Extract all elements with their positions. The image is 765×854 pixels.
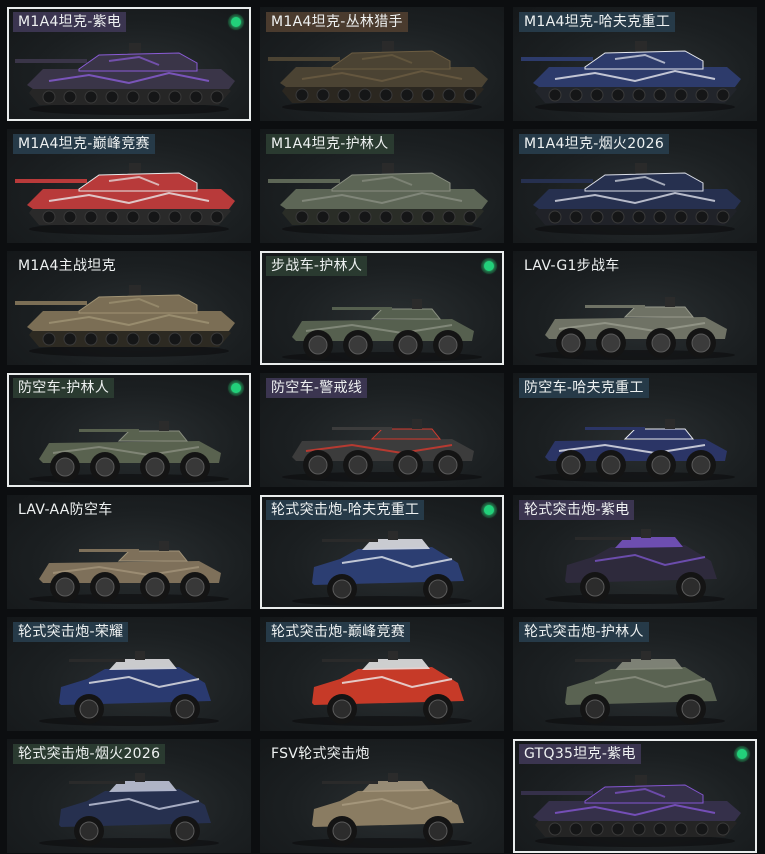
equipped-indicator-icon bbox=[481, 258, 497, 274]
vehicle-image bbox=[282, 419, 482, 482]
equipped-indicator-icon bbox=[481, 502, 497, 518]
vehicle-skin-card[interactable]: M1A4坦克-巅峰竞赛 bbox=[7, 129, 251, 243]
vehicle-image bbox=[521, 775, 741, 847]
vehicle-skin-card[interactable]: 轮式突击炮-紫电 bbox=[513, 495, 757, 609]
vehicle-image bbox=[535, 419, 735, 482]
vehicle-image bbox=[15, 285, 235, 357]
vehicle-image bbox=[15, 43, 235, 115]
vehicle-skin-card[interactable]: 轮式突击炮-巅峰竞赛 bbox=[260, 617, 504, 731]
vehicle-skin-name: 步战车-护林人 bbox=[266, 256, 368, 276]
vehicle-image bbox=[15, 163, 235, 235]
vehicle-skin-card[interactable]: GTQ35坦克-紫电 bbox=[513, 739, 757, 853]
vehicle-skin-card[interactable]: 轮式突击炮-护林人 bbox=[513, 617, 757, 731]
vehicle-skin-card[interactable]: M1A4坦克-烟火2026 bbox=[513, 129, 757, 243]
vehicle-skin-card[interactable]: LAV-AA防空车 bbox=[7, 495, 251, 609]
vehicle-skin-card[interactable]: M1A4坦克-丛林猎手 bbox=[260, 7, 504, 121]
vehicle-image bbox=[545, 529, 725, 604]
vehicle-skin-card[interactable]: 防空车-哈夫克重工 bbox=[513, 373, 757, 487]
vehicle-skin-card[interactable]: 步战车-护林人 bbox=[260, 251, 504, 365]
vehicle-image bbox=[521, 163, 741, 235]
vehicle-skin-grid: M1A4坦克-紫电 M1A4坦克-丛林猎手 M1A4坦克-哈夫克重工 M1A4坦克-巅… bbox=[0, 0, 765, 854]
vehicle-skin-card[interactable]: M1A4坦克-护林人 bbox=[260, 129, 504, 243]
vehicle-image bbox=[268, 41, 488, 113]
vehicle-skin-card[interactable]: M1A4坦克-哈夫克重工 bbox=[513, 7, 757, 121]
vehicle-skin-name: GTQ35坦克-紫电 bbox=[519, 744, 641, 764]
vehicle-image bbox=[39, 651, 219, 726]
vehicle-skin-card[interactable]: FSV轮式突击炮 bbox=[260, 739, 504, 853]
vehicle-image bbox=[521, 41, 741, 113]
vehicle-skin-card[interactable]: 防空车-警戒线 bbox=[260, 373, 504, 487]
vehicle-image bbox=[268, 163, 488, 235]
vehicle-image bbox=[535, 297, 735, 360]
vehicle-skin-card[interactable]: M1A4坦克-紫电 bbox=[7, 7, 251, 121]
vehicle-skin-card[interactable]: LAV-G1步战车 bbox=[513, 251, 757, 365]
vehicle-image bbox=[29, 541, 229, 604]
equipped-indicator-icon bbox=[228, 14, 244, 30]
vehicle-image bbox=[282, 299, 482, 362]
equipped-indicator-icon bbox=[734, 746, 750, 762]
vehicle-image bbox=[292, 651, 472, 726]
vehicle-image bbox=[545, 651, 725, 726]
vehicle-image bbox=[292, 773, 472, 848]
vehicle-skin-card[interactable]: 轮式突击炮-哈夫克重工 bbox=[260, 495, 504, 609]
vehicle-skin-name: 防空车-护林人 bbox=[13, 378, 115, 398]
equipped-indicator-icon bbox=[228, 380, 244, 396]
vehicle-image bbox=[39, 773, 219, 848]
vehicle-image bbox=[292, 531, 472, 606]
vehicle-skin-card[interactable]: M1A4主战坦克 bbox=[7, 251, 251, 365]
vehicle-image bbox=[29, 421, 229, 484]
vehicle-skin-name: M1A4坦克-紫电 bbox=[13, 12, 127, 32]
vehicle-skin-card[interactable]: 轮式突击炮-烟火2026 bbox=[7, 739, 251, 853]
vehicle-skin-card[interactable]: 轮式突击炮-荣耀 bbox=[7, 617, 251, 731]
vehicle-skin-name: 轮式突击炮-哈夫克重工 bbox=[266, 500, 425, 520]
vehicle-skin-card[interactable]: 防空车-护林人 bbox=[7, 373, 251, 487]
